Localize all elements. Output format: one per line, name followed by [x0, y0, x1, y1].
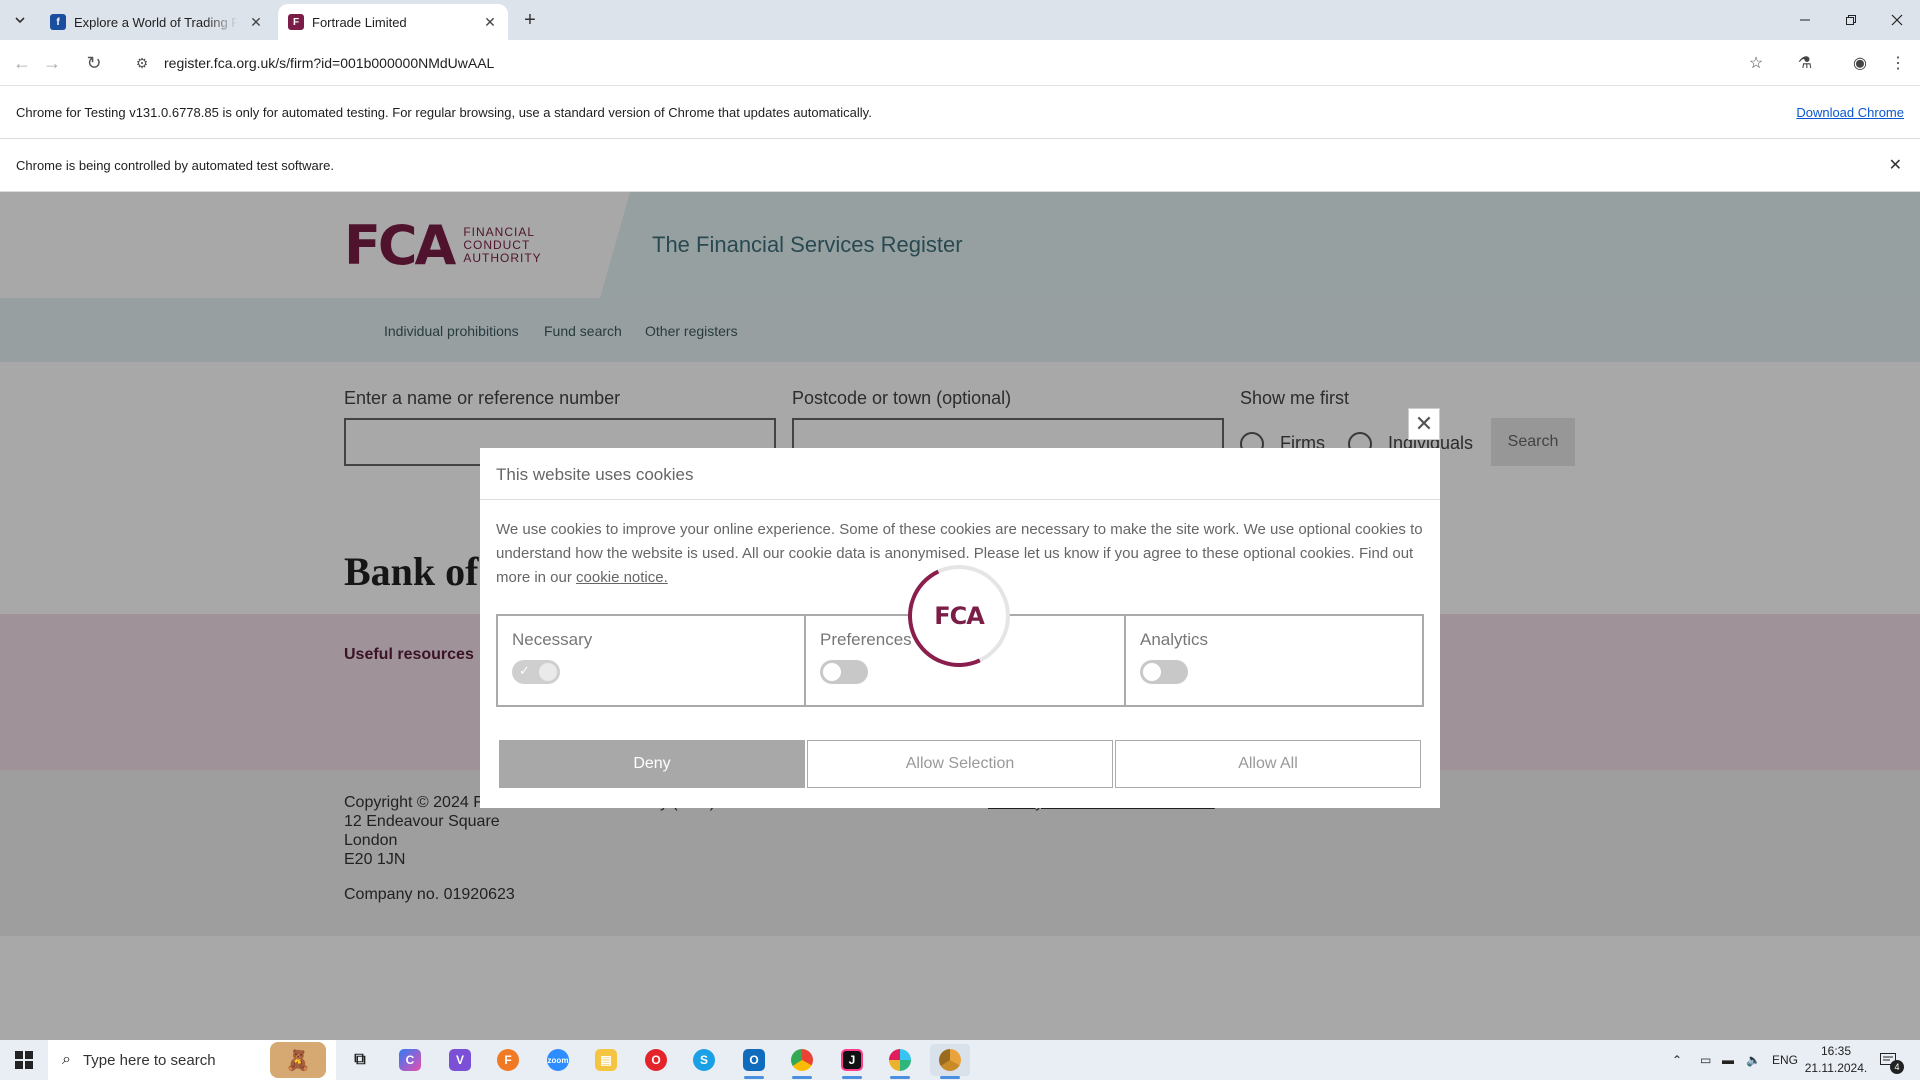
labs-flask-icon[interactable]: ⚗	[1793, 51, 1817, 75]
download-chrome-link[interactable]: Download Chrome	[1796, 105, 1904, 120]
reload-icon[interactable]: ↻	[80, 49, 108, 77]
infobar-message: Chrome for Testing v131.0.6778.85 is onl…	[16, 105, 872, 120]
notification-count: 4	[1890, 1060, 1904, 1074]
outlook-icon[interactable]: O	[734, 1044, 774, 1079]
cookie-notice-link[interactable]: cookie notice.	[576, 569, 668, 586]
chrome-testing-icon[interactable]	[930, 1044, 970, 1079]
taskbar-search-placeholder: Type here to search	[82, 1051, 216, 1069]
profile-icon[interactable]: ◉	[1848, 51, 1872, 75]
clock-time: 16:35	[1820, 1044, 1852, 1058]
back-arrow-icon[interactable]: ←	[8, 49, 36, 77]
tab-close-icon[interactable]: ✕	[480, 12, 500, 32]
loading-spinner: FCA	[893, 550, 1025, 682]
slack-icon[interactable]	[880, 1044, 920, 1079]
allow-all-button[interactable]: Allow All	[1115, 740, 1421, 788]
firefox-icon[interactable]: F	[488, 1044, 528, 1076]
battery-icon[interactable]: ▬	[1722, 1040, 1734, 1080]
allow-selection-button[interactable]: Allow Selection	[807, 740, 1113, 788]
testing-infobar: Chrome for Testing v131.0.6778.85 is onl…	[0, 86, 1920, 139]
category-necessary: Necessary ✓	[498, 616, 806, 705]
clock-date: 21.11.2024.	[1804, 1061, 1868, 1075]
cookie-dialog-title: This website uses cookies	[496, 465, 694, 484]
meet-now-icon[interactable]: ▭	[1700, 1040, 1711, 1080]
task-view-icon[interactable]: ⧉	[340, 1044, 380, 1076]
tab-close-icon[interactable]: ✕	[246, 12, 266, 32]
cookie-dialog-header: This website uses cookies	[480, 448, 1440, 500]
jetbrains-icon[interactable]: J	[832, 1044, 872, 1079]
system-clock[interactable]: 16:35 21.11.2024.	[1800, 1043, 1872, 1077]
browser-tab-bar: f Explore a World of Trading Possibiliti…	[0, 0, 1920, 40]
notifications-icon[interactable]: 4	[1876, 1048, 1904, 1074]
infobar-message: Chrome is being controlled by automated …	[16, 158, 334, 173]
skype-icon[interactable]: S	[684, 1044, 724, 1076]
automation-infobar: Chrome is being controlled by automated …	[0, 139, 1920, 192]
visual-studio-icon[interactable]: V	[440, 1044, 480, 1076]
preferences-toggle[interactable]	[820, 660, 868, 684]
opera-icon[interactable]: O	[636, 1044, 676, 1076]
new-tab-plus-icon[interactable]: +	[518, 8, 542, 32]
necessary-toggle: ✓	[512, 660, 560, 684]
forward-arrow-icon[interactable]: →	[38, 49, 66, 77]
tab-title: Explore a World of Trading Possibilities	[74, 14, 238, 30]
address-bar[interactable]: ⚙ register.fca.org.uk/s/firm?id=001b0000…	[124, 46, 1764, 80]
category-name: Preferences	[820, 630, 912, 649]
tray-overflow-chevron-icon[interactable]: ⌃	[1672, 1040, 1682, 1080]
search-highlight-bear-icon[interactable]: 🧸	[270, 1042, 326, 1078]
minimize-icon[interactable]	[1782, 0, 1828, 40]
file-explorer-icon[interactable]: ▤	[586, 1044, 626, 1076]
chrome-icon[interactable]	[782, 1044, 822, 1079]
volume-icon[interactable]: 🔈	[1746, 1040, 1761, 1080]
search-icon: ⌕	[62, 1051, 71, 1068]
category-name: Necessary	[512, 630, 593, 649]
fca-favicon-icon: F	[288, 14, 304, 30]
trading-favicon-icon: f	[50, 14, 66, 30]
browser-toolbar: ← → ↻ ⚙ register.fca.org.uk/s/firm?id=00…	[0, 40, 1920, 86]
deny-button[interactable]: Deny	[499, 740, 805, 788]
window-close-icon[interactable]	[1874, 0, 1920, 40]
category-name: Analytics	[1140, 630, 1209, 649]
restore-icon[interactable]	[1828, 0, 1874, 40]
analytics-toggle[interactable]	[1140, 660, 1188, 684]
url-text: register.fca.org.uk/s/firm?id=001b000000…	[164, 55, 495, 71]
menu-dots-icon[interactable]: ⋮	[1886, 51, 1910, 75]
site-info-icon[interactable]: ⚙	[132, 55, 152, 72]
tab-trading[interactable]: f Explore a World of Trading Possibiliti…	[40, 4, 274, 40]
tab-search-chevron-icon[interactable]	[8, 8, 32, 32]
bookmark-star-icon[interactable]: ☆	[1744, 51, 1768, 75]
check-icon: ✓	[519, 663, 530, 678]
cookie-dialog-close-icon[interactable]: ✕	[1408, 408, 1440, 440]
copilot-icon[interactable]: C	[390, 1044, 430, 1076]
taskbar-search-box[interactable]: ⌕ Type here to search 🧸	[48, 1040, 336, 1080]
category-analytics: Analytics	[1126, 616, 1422, 705]
tab-title: Fortrade Limited	[312, 14, 407, 30]
windows-taskbar: ⌕ Type here to search 🧸 ⧉ C V F zoom ▤ O…	[0, 1040, 1920, 1080]
windows-start-icon[interactable]	[0, 1040, 48, 1080]
language-indicator[interactable]: ENG	[1772, 1040, 1798, 1080]
tab-fortrade[interactable]: F Fortrade Limited ✕	[278, 4, 508, 40]
zoom-icon[interactable]: zoom	[538, 1044, 578, 1076]
infobar-close-icon[interactable]: ✕	[1889, 155, 1902, 175]
